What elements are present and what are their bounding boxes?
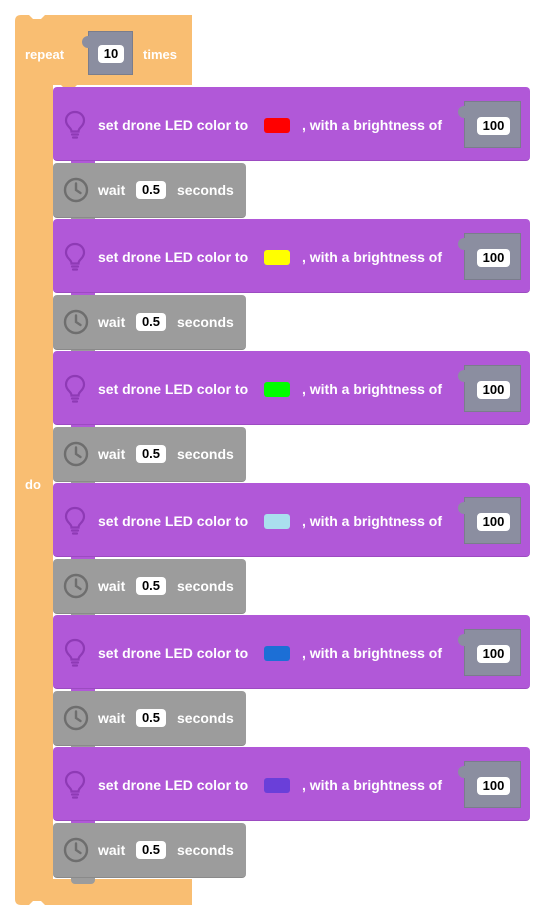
brightness-socket: 100 (458, 629, 521, 676)
set-led-color-block[interactable]: set drone LED color to , with a brightnes… (53, 87, 530, 167)
seconds-label: seconds (177, 182, 234, 198)
lightbulb-icon (63, 505, 87, 535)
clock-icon (63, 837, 89, 863)
brightness-socket: 100 (458, 101, 521, 148)
repeat-count-socket: 10 (82, 31, 133, 75)
brightness-socket: 100 (458, 761, 521, 808)
wait-seconds-field[interactable]: 0.5 (136, 709, 166, 727)
brightness-field[interactable]: 100 (477, 381, 510, 399)
brightness-field[interactable]: 100 (477, 645, 510, 663)
led-label-prefix: set drone LED color to (98, 645, 249, 661)
repeat-count-field[interactable]: 10 (98, 45, 124, 63)
seconds-label: seconds (177, 314, 234, 330)
brightness-field[interactable]: 100 (477, 249, 510, 267)
wait-label: wait (98, 710, 126, 726)
seconds-label: seconds (177, 578, 234, 594)
set-led-color-block[interactable]: set drone LED color to , with a brightnes… (53, 219, 530, 299)
wait-seconds-field[interactable]: 0.5 (136, 313, 166, 331)
wait-label: wait (98, 842, 126, 858)
lightbulb-icon (63, 109, 87, 139)
times-label: times (143, 47, 177, 62)
brightness-field[interactable]: 100 (477, 777, 510, 795)
led-color-picker[interactable] (264, 382, 290, 397)
lightbulb-icon (63, 373, 87, 403)
lightbulb-icon (63, 241, 87, 271)
set-led-color-block[interactable]: set drone LED color to , with a brightnes… (53, 483, 530, 563)
brightness-field[interactable]: 100 (477, 513, 510, 531)
set-led-color-block[interactable]: set drone LED color to , with a brightnes… (53, 351, 530, 431)
led-color-picker[interactable] (264, 514, 290, 529)
lightbulb-icon (63, 637, 87, 667)
wait-block[interactable]: wait 0.5 seconds (53, 427, 246, 488)
led-label-suffix: , with a brightness of (302, 249, 443, 265)
brightness-field[interactable]: 100 (477, 117, 510, 135)
clock-icon (63, 573, 89, 599)
led-label-suffix: , with a brightness of (302, 645, 443, 661)
wait-seconds-field[interactable]: 0.5 (136, 445, 166, 463)
led-color-picker[interactable] (264, 250, 290, 265)
wait-block[interactable]: wait 0.5 seconds (53, 823, 246, 884)
do-label: do (25, 477, 41, 492)
wait-label: wait (98, 314, 126, 330)
brightness-socket: 100 (458, 365, 521, 412)
wait-block[interactable]: wait 0.5 seconds (53, 691, 246, 752)
led-label-suffix: , with a brightness of (302, 117, 443, 133)
led-label-prefix: set drone LED color to (98, 513, 249, 529)
seconds-label: seconds (177, 446, 234, 462)
set-led-color-block[interactable]: set drone LED color to , with a brightnes… (53, 747, 530, 827)
wait-seconds-field[interactable]: 0.5 (136, 181, 166, 199)
led-color-picker[interactable] (264, 778, 290, 793)
repeat-label: repeat (25, 47, 65, 62)
seconds-label: seconds (177, 842, 234, 858)
led-label-suffix: , with a brightness of (302, 381, 443, 397)
clock-icon (63, 177, 89, 203)
brightness-socket: 100 (458, 233, 521, 280)
wait-label: wait (98, 446, 126, 462)
led-label-suffix: , with a brightness of (302, 777, 443, 793)
led-label-prefix: set drone LED color to (98, 249, 249, 265)
clock-icon (63, 441, 89, 467)
clock-icon (63, 309, 89, 335)
wait-seconds-field[interactable]: 0.5 (136, 841, 166, 859)
led-label-suffix: , with a brightness of (302, 513, 443, 529)
led-color-picker[interactable] (264, 118, 290, 133)
clock-icon (63, 705, 89, 731)
led-label-prefix: set drone LED color to (98, 381, 249, 397)
wait-block[interactable]: wait 0.5 seconds (53, 163, 246, 224)
lightbulb-icon (63, 769, 87, 799)
led-color-picker[interactable] (264, 646, 290, 661)
led-label-prefix: set drone LED color to (98, 117, 249, 133)
seconds-label: seconds (177, 710, 234, 726)
wait-seconds-field[interactable]: 0.5 (136, 577, 166, 595)
brightness-socket: 100 (458, 497, 521, 544)
set-led-color-block[interactable]: set drone LED color to , with a brightnes… (53, 615, 530, 695)
wait-block[interactable]: wait 0.5 seconds (53, 295, 246, 356)
led-label-prefix: set drone LED color to (98, 777, 249, 793)
wait-block[interactable]: wait 0.5 seconds (53, 559, 246, 620)
wait-label: wait (98, 578, 126, 594)
wait-label: wait (98, 182, 126, 198)
